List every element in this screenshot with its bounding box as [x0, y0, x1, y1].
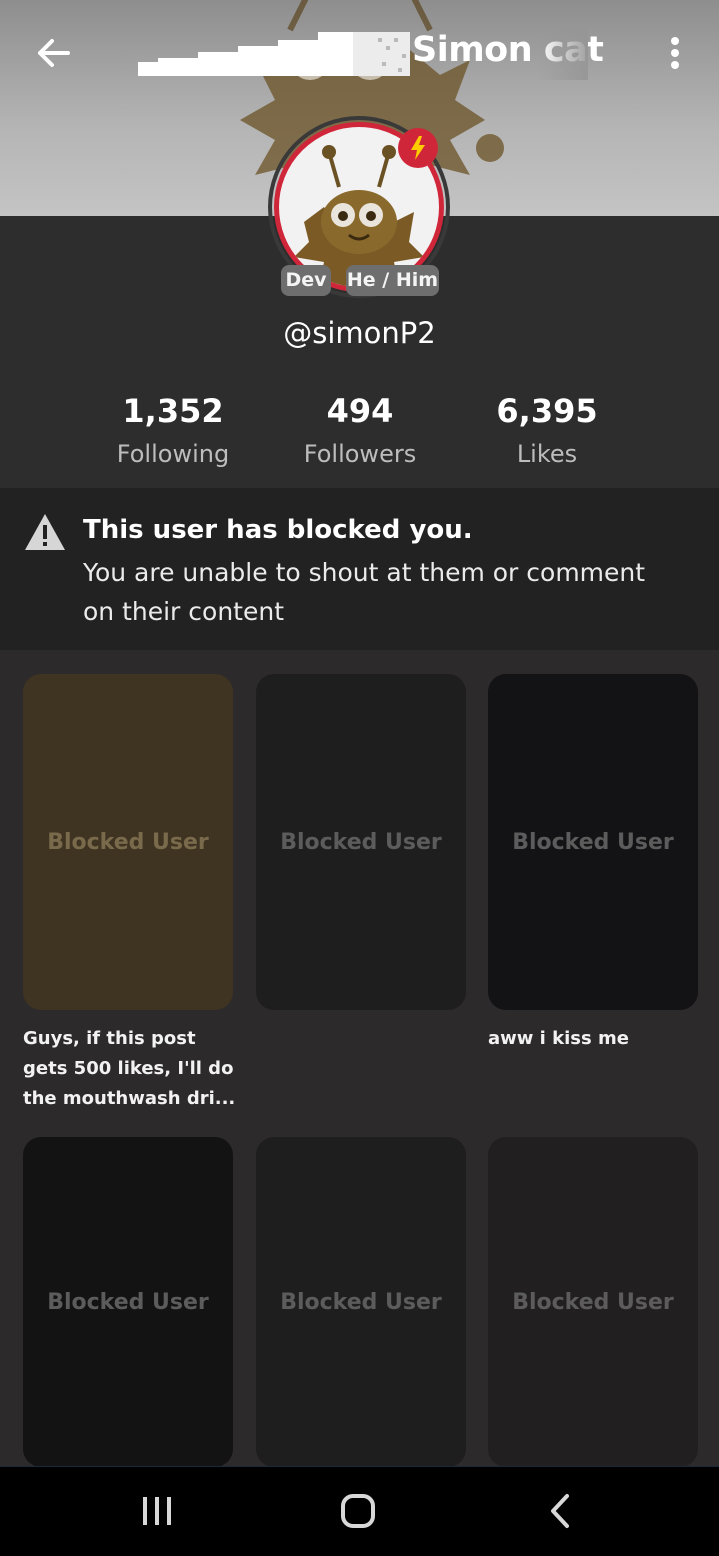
- pronoun-tag: He / Him: [346, 265, 439, 296]
- title-fade: [538, 28, 588, 80]
- post-tile[interactable]: Blocked User: [488, 674, 698, 1010]
- post-tile[interactable]: Blocked User: [23, 674, 233, 1010]
- profile-title: Simon cat: [138, 28, 604, 80]
- stat-followers[interactable]: 494 Followers: [270, 392, 450, 468]
- stat-value: 1,352: [122, 392, 224, 430]
- stat-following[interactable]: 1,352 Following: [83, 392, 263, 468]
- stat-label: Followers: [303, 440, 417, 468]
- stat-label: Following: [116, 440, 230, 468]
- stat-likes[interactable]: 6,395 Likes: [457, 392, 637, 468]
- post-tile[interactable]: Blocked User: [488, 1137, 698, 1467]
- back-arrow-icon: [38, 39, 70, 67]
- post-blocked-label: Blocked User: [280, 1289, 442, 1315]
- top-bar: Simon cat: [0, 0, 719, 110]
- nav-back-button[interactable]: [530, 1485, 590, 1537]
- warning-icon: [25, 514, 65, 550]
- post-caption: Guys, if this post gets 500 likes, I'll …: [23, 1028, 236, 1109]
- post-blocked-label: Blocked User: [47, 1289, 209, 1315]
- post-blocked-label: Blocked User: [47, 829, 209, 855]
- post-caption: aww i kiss me: [488, 1028, 629, 1049]
- more-options-button[interactable]: [655, 30, 695, 76]
- home-button[interactable]: [328, 1485, 388, 1537]
- back-button[interactable]: [30, 30, 76, 76]
- stat-value: 6,395: [496, 392, 598, 430]
- system-nav-bar: [0, 1466, 719, 1556]
- recent-apps-icon: [143, 1497, 171, 1525]
- post-blocked-label: Blocked User: [512, 1289, 674, 1315]
- post-blocked-label: Blocked User: [280, 829, 442, 855]
- post-tile[interactable]: Blocked User: [256, 1137, 466, 1467]
- home-icon: [341, 1494, 375, 1528]
- post-tile[interactable]: Blocked User: [23, 1137, 233, 1467]
- lightning-icon: [411, 136, 425, 160]
- stat-value: 494: [326, 392, 394, 430]
- more-vertical-icon: [671, 37, 679, 69]
- notice-body: You are unable to shout at them or comme…: [83, 558, 646, 626]
- stat-label: Likes: [516, 440, 578, 468]
- post-tile[interactable]: Blocked User: [256, 674, 466, 1010]
- notice-title: This user has blocked you.: [83, 515, 473, 545]
- post-blocked-label: Blocked User: [512, 829, 674, 855]
- role-tag: Dev: [281, 265, 331, 296]
- username-handle: @simonP2: [283, 316, 436, 350]
- recent-apps-button[interactable]: [127, 1485, 187, 1537]
- redaction-scribble: [138, 32, 410, 76]
- power-badge: [398, 128, 438, 168]
- nav-back-icon: [551, 1494, 569, 1528]
